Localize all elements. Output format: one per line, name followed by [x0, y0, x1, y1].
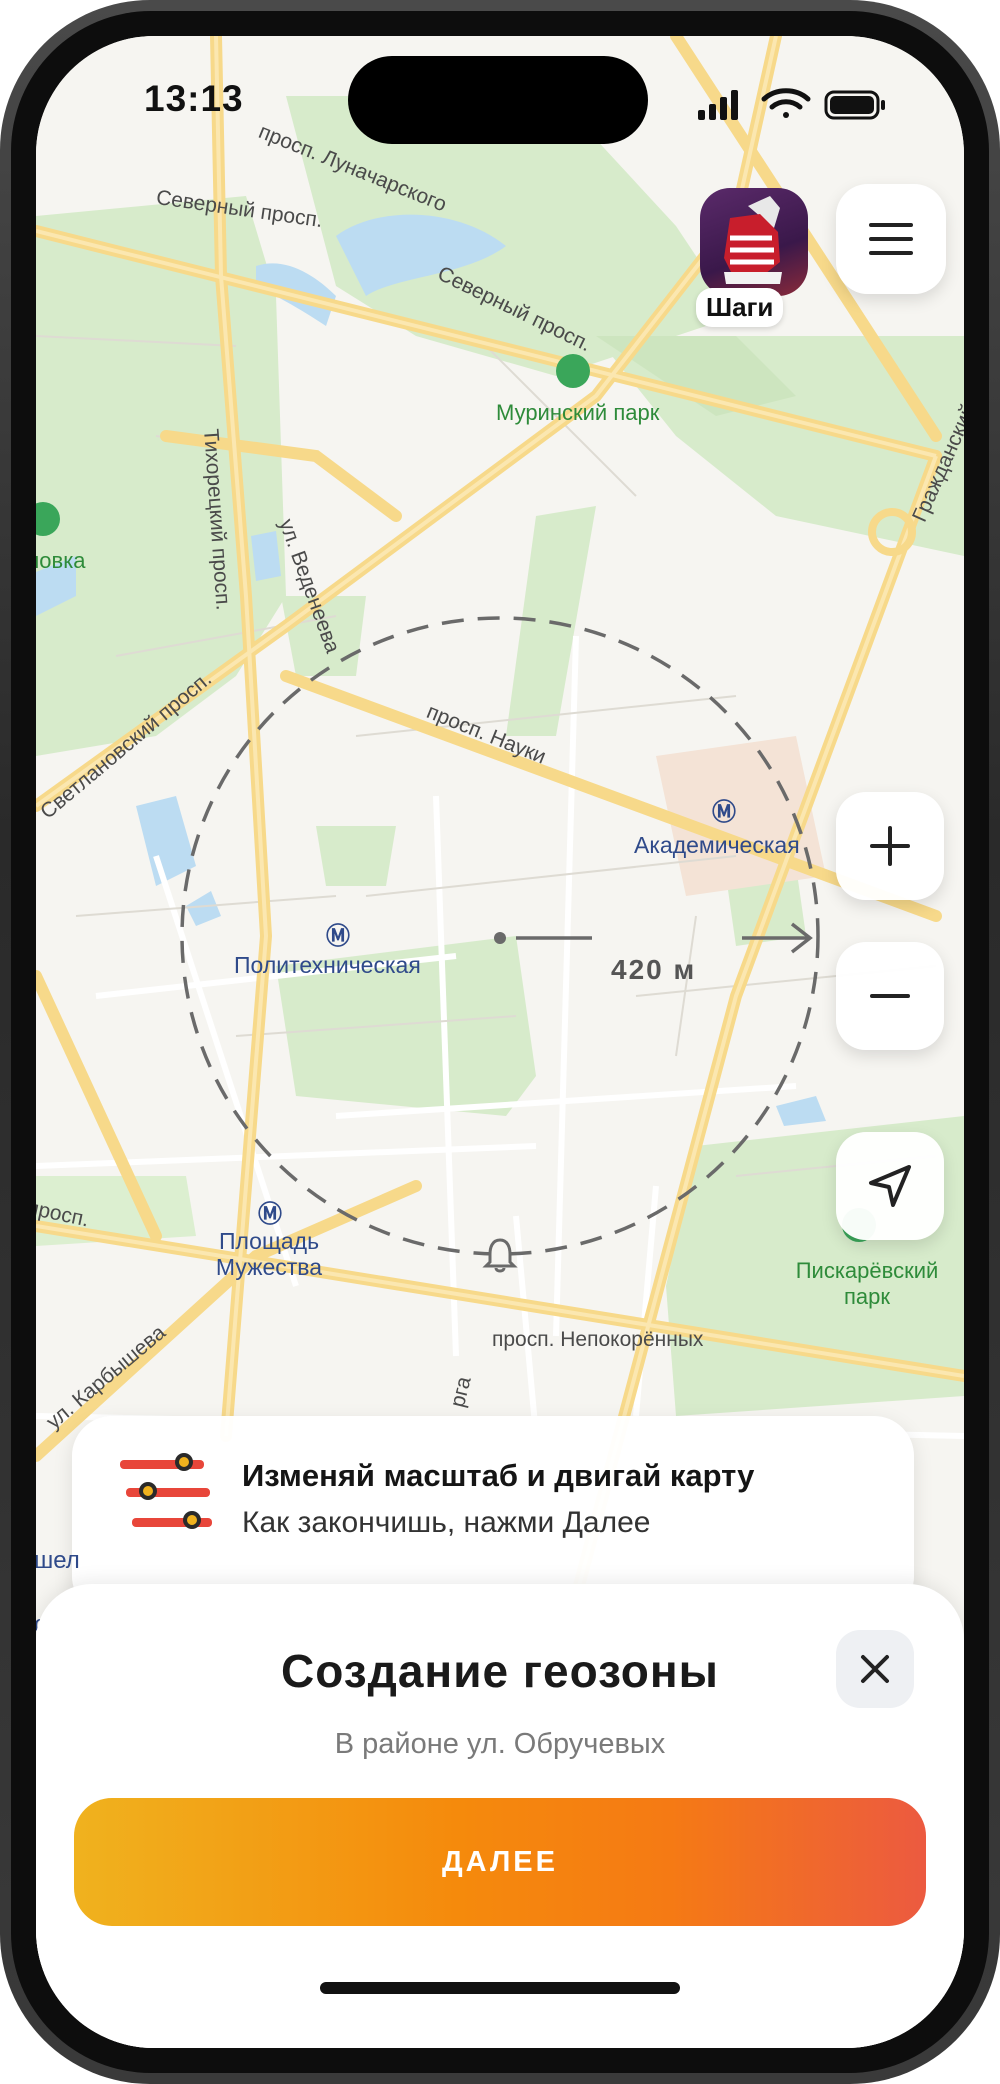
next-button[interactable]: ДАЛЕЕ	[74, 1798, 926, 1926]
sneaker-icon	[724, 196, 782, 284]
close-icon	[861, 1655, 889, 1683]
dynamic-island	[348, 56, 648, 144]
metro-label: Политехническая	[234, 952, 421, 978]
minus-icon	[870, 994, 910, 998]
zoom-in-button[interactable]	[836, 792, 944, 900]
park-label: Пискарёвский парк	[795, 1258, 939, 1309]
hint-subtitle: Как закончишь, нажми Далее	[242, 1506, 651, 1539]
park-label: Сосновка	[36, 548, 86, 573]
geofence-radius-label: 420 м	[611, 954, 697, 985]
avatar-steps[interactable]: Шаги	[688, 188, 818, 338]
status-icons	[698, 88, 885, 120]
signal-icon	[698, 90, 738, 120]
park-label: Муринский парк	[496, 400, 660, 425]
street-label: просп. Непокорённых	[492, 1328, 704, 1351]
menu-icon	[869, 223, 913, 255]
status-time: 13:13	[144, 78, 244, 119]
next-button-label: ДАЛЕЕ	[442, 1845, 558, 1878]
metro-label: Площадь Мужества	[215, 1228, 323, 1280]
zoom-out-button[interactable]	[836, 942, 944, 1050]
bell-icon	[482, 1238, 518, 1273]
close-button[interactable]	[836, 1630, 914, 1708]
slider-icon	[120, 1453, 212, 1529]
my-location-button[interactable]	[836, 1132, 944, 1240]
menu-button[interactable]	[836, 184, 946, 294]
location-arrow-icon	[869, 1165, 911, 1207]
hint-title: Изменяй масштаб и двигай карту	[242, 1458, 755, 1493]
avatar-label: Шаги	[696, 288, 784, 327]
avatar	[700, 188, 808, 296]
screen: просп. Луначарского Северный просп. Севе…	[36, 36, 964, 2048]
home-indicator[interactable]	[320, 1982, 680, 1994]
park-pin-icon	[556, 354, 590, 388]
metro-icon: Ⓜ	[326, 923, 350, 950]
metro-label: Академическая	[634, 832, 800, 858]
wifi-icon	[761, 88, 811, 118]
metro-icon: Ⓜ	[258, 1201, 282, 1228]
sheet-subtitle: В районе ул. Обручевых	[334, 1728, 666, 1760]
metro-icon: Ⓜ	[712, 799, 736, 826]
plus-icon	[870, 826, 910, 866]
partial-label: шел	[36, 1547, 80, 1574]
sheet-title: Создание геозоны	[281, 1645, 719, 1697]
battery-icon	[824, 90, 885, 120]
